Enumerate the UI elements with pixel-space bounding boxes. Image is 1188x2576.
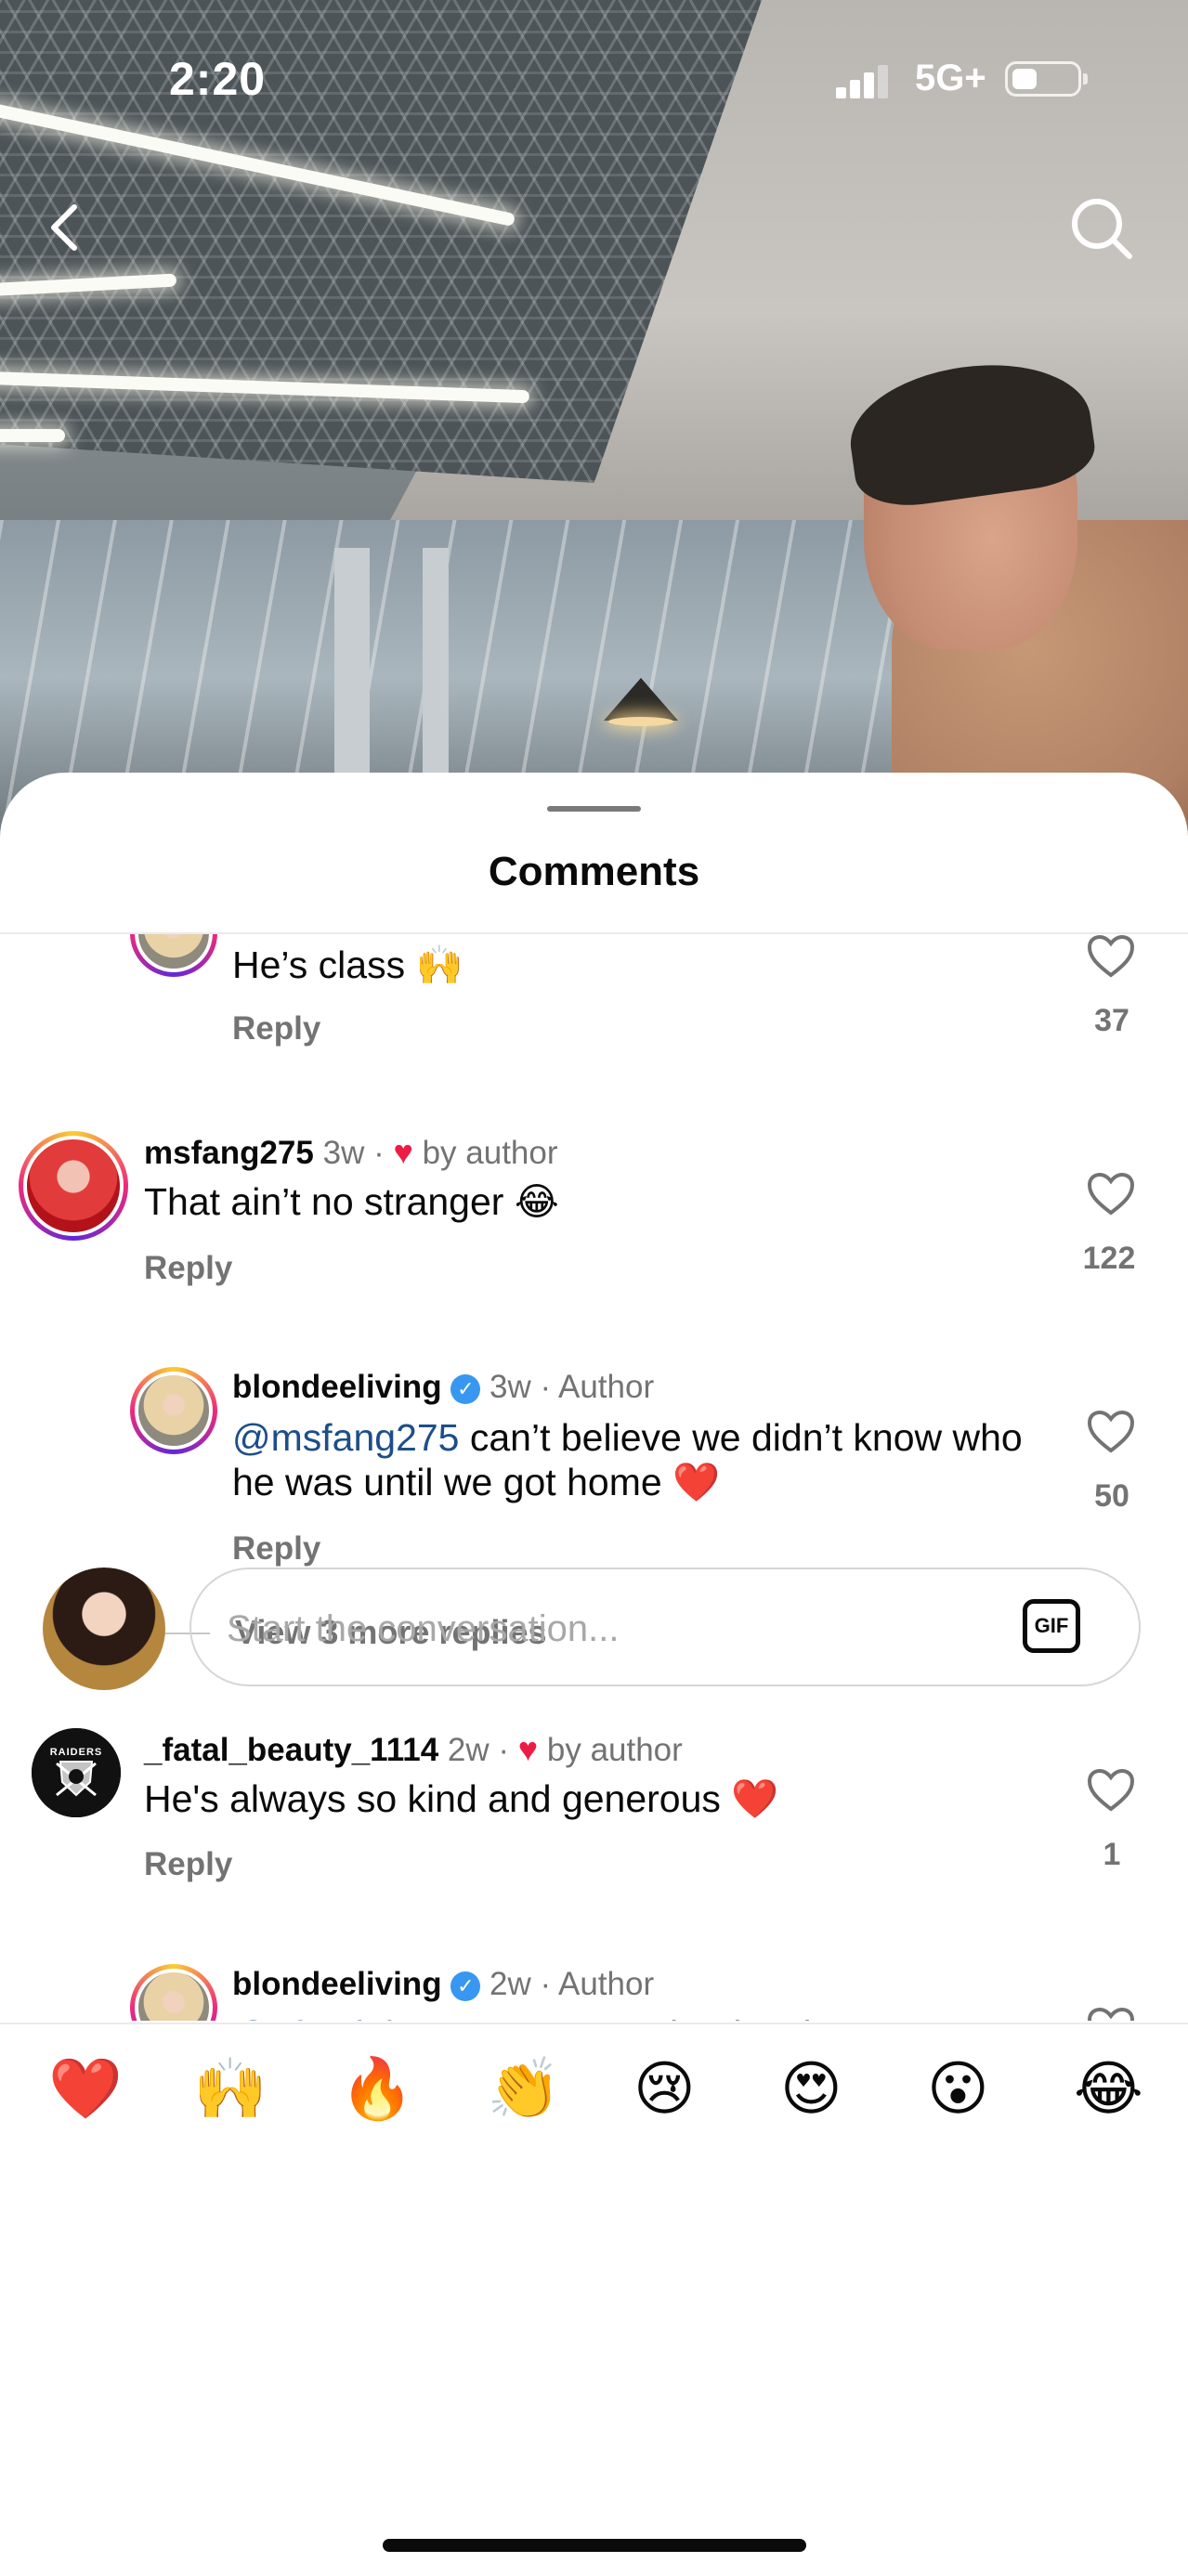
username[interactable]: blondeeliving [232,1369,442,1405]
comment-input[interactable] [225,1597,990,1660]
reply-button[interactable]: Reply [144,1846,232,1883]
verified-badge-icon: ✓ [450,1374,481,1404]
heart-icon[interactable] [1087,1410,1135,1454]
comment-input-box[interactable]: GIF [189,1568,1141,1686]
sheet-title: Comments [488,849,700,894]
reaction-heart[interactable]: ❤️ [48,2054,123,2124]
divider [0,2023,1188,2024]
comment-text: @msfang275 can’t believe we didn’t know … [232,1415,1031,1504]
reaction-heart-eyes[interactable]: 😍 [780,2054,842,2124]
pendant-lamp [604,678,678,721]
avatar[interactable] [19,1131,128,1241]
reaction-laughing[interactable]: 😂 [1074,2054,1143,2124]
like-count: 37 [1094,1003,1129,1038]
avatar[interactable] [130,1367,217,1454]
my-avatar [43,1568,165,1690]
like-count: 50 [1094,1478,1129,1514]
mention-link[interactable]: @_fatal_beauty_1114 [232,2013,600,2021]
back-button[interactable] [39,190,95,265]
reaction-crying[interactable]: 😢 [633,2054,696,2124]
comment-age: 3w [322,1135,365,1171]
battery-icon [1005,61,1088,97]
heart-icon[interactable] [1087,934,1135,979]
comment-meta: msfang275 3w · ♥ by author [144,1133,558,1171]
avatar-text: RAIDERS [49,1747,103,1758]
avatar[interactable]: RAIDERS [32,1728,121,1817]
avatar[interactable] [130,934,217,977]
heart-icon[interactable] [1087,2007,1135,2021]
video-background [0,0,1188,836]
comment-age: 3w [490,1369,531,1405]
comment-meta: blondeeliving ✓ 2w · Author [232,1966,655,2002]
author-liked-heart-icon: ♥ [517,1730,539,1768]
comment-meta: blondeeliving ✓ 3w · Author [232,1369,655,1405]
reply-button[interactable]: Reply [144,1250,232,1287]
comment-age: 2w [490,1966,531,2002]
comments-sheet: Comments He’s class 🙌 Reply 37 msfang275… [0,773,1188,2576]
username[interactable]: msfang275 [144,1135,314,1171]
comment-text: @_fatal_beauty_1114 such a lovely guy, w… [232,2012,1031,2021]
status-time: 2:20 [169,53,267,105]
mention-link[interactable]: @msfang275 [232,1416,459,1459]
search-icon [1072,199,1132,259]
reaction-raised-hands[interactable]: 🙌 [193,2054,268,2124]
author-like-label: by author [422,1135,558,1171]
ceiling-light [0,429,65,442]
author-liked-heart-icon: ♥ [393,1133,413,1171]
like-count: 1 [1103,1837,1121,1872]
avatar[interactable] [130,1964,217,2021]
comment-text: That ain’t no stranger 😂 [144,1180,559,1223]
comment-text: He’s class 🙌 [232,943,463,986]
home-indicator[interactable] [383,2539,806,2552]
comment-text: He's always so kind and generous ❤️ [144,1777,779,1820]
lamp-glow [608,717,673,726]
sheet-grabber[interactable] [547,806,641,812]
author-tag: Author [557,1369,655,1405]
shield-icon [56,1761,97,1797]
author-tag: Author [557,1966,655,2002]
reaction-surprised[interactable]: 😮 [927,2054,989,2124]
like-count: 122 [1082,1241,1136,1276]
username[interactable]: blondeeliving [232,1966,442,2002]
reaction-fire[interactable]: 🔥 [340,2054,414,2124]
username[interactable]: _fatal_beauty_1114 [144,1732,438,1768]
gif-button[interactable]: GIF [1023,1599,1080,1653]
comments-list[interactable]: He’s class 🙌 Reply 37 msfang275 3w · ♥ b… [0,934,1188,2021]
reply-button[interactable]: Reply [232,1010,320,1047]
comment-meta: _fatal_beauty_1114 2w · ♥ by author [144,1730,683,1768]
search-button[interactable] [1068,195,1135,262]
reply-button[interactable]: Reply [232,1530,320,1568]
network-label: 5G+ [915,58,986,98]
comment-age: 2w [447,1732,490,1768]
reaction-clap[interactable]: 👏 [487,2054,561,2124]
signal-icon [836,65,892,98]
heart-icon[interactable] [1087,1768,1135,1813]
author-like-label: by author [546,1732,683,1768]
heart-icon[interactable] [1087,1172,1135,1216]
chevron-left-icon [51,204,77,251]
verified-badge-icon: ✓ [450,1971,481,2001]
